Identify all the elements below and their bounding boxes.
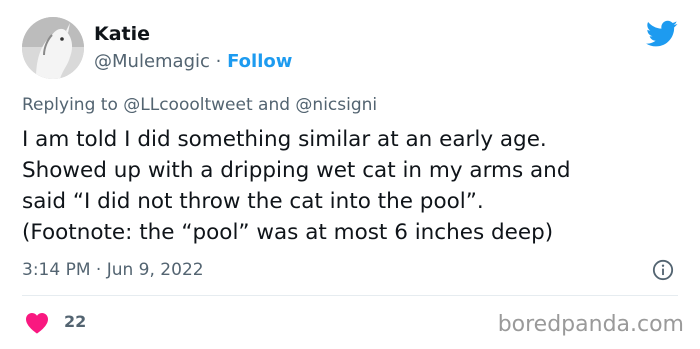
replying-conjunction: and [258,95,291,115]
tweet-timestamp[interactable]: 3:14 PM · Jun 9, 2022 [22,259,204,281]
twitter-bird-icon[interactable] [646,20,678,48]
replying-to-line: Replying to @LLcoooltweet and @nicsigni [22,94,377,116]
replying-to-prefix: Replying to [22,95,118,115]
info-icon[interactable] [652,259,674,281]
tweet-time: 3:14 PM [22,260,91,280]
watermark: boredpanda.com [497,312,684,337]
follow-button[interactable]: Follow [227,51,292,72]
author-name[interactable]: Katie [94,22,150,46]
author-handle-row: @Mulemagic · Follow [94,50,292,74]
tweet-date: Jun 9, 2022 [106,260,204,280]
avatar[interactable] [22,17,84,79]
timestamp-separator: · [95,260,102,280]
mention-nicsigni[interactable]: @nicsigni [295,95,377,115]
tweet-text-line: Showed up with a dripping wet cat in my … [22,158,571,183]
handle-separator: · [215,51,222,72]
divider [22,295,678,296]
heart-icon[interactable] [25,312,49,334]
tweet-text-line: said “I did not throw the cat into the p… [22,189,484,214]
horse-avatar-image [22,17,84,79]
tweet-text-line: I am told I did something similar at an … [22,127,547,152]
mention-llcoooltweet[interactable]: @LLcoooltweet [123,95,252,115]
author-handle[interactable]: @Mulemagic [94,51,210,72]
tweet-text: I am told I did something similar at an … [22,124,682,248]
like-count[interactable]: 22 [64,311,86,333]
tweet-text-line: (Footnote: the “pool” was at most 6 inch… [22,220,554,245]
